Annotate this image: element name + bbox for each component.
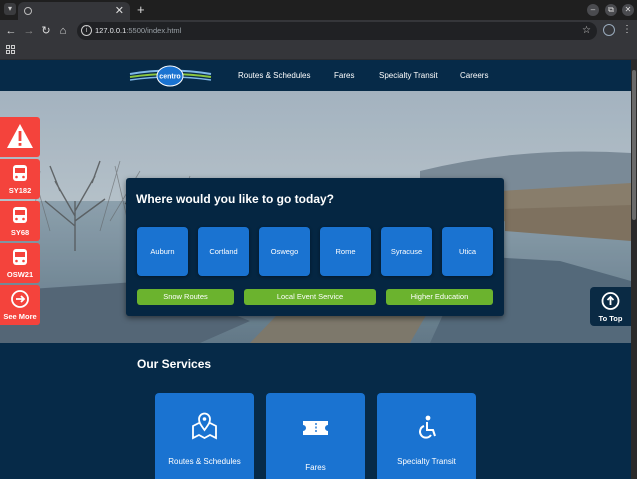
globe-icon — [24, 7, 32, 15]
home-button[interactable]: ⌂ — [55, 23, 71, 39]
service-card-fares[interactable]: Fares — [266, 393, 365, 479]
destination-card: Where would you like to go today? Auburn… — [126, 178, 504, 316]
warning-icon — [7, 124, 33, 148]
service-card-specialty[interactable]: Specialty Transit — [377, 393, 476, 479]
bus-icon — [13, 165, 27, 181]
route-button-osw21[interactable]: OSW21 — [0, 243, 40, 283]
profile-avatar[interactable] — [603, 24, 615, 36]
nav-specialty-transit[interactable]: Specialty Transit — [379, 70, 438, 82]
maximize-button[interactable]: ⧉ — [605, 4, 617, 16]
browser-window: ▾ ✕ + – ⧉ ✕ ← → ↻ ⌂ i 127.0.0.1:5500/ind… — [0, 0, 637, 479]
bus-icon — [13, 249, 27, 265]
see-more-button[interactable]: See More — [0, 285, 40, 325]
city-button-utica[interactable]: Utica — [442, 227, 493, 276]
city-button-cortland[interactable]: Cortland — [198, 227, 249, 276]
new-tab-button[interactable]: + — [137, 2, 145, 18]
svg-text:centro: centro — [159, 74, 180, 81]
to-top-label: To Top — [598, 314, 623, 323]
map-pin-icon — [192, 412, 217, 440]
route-button-sy182[interactable]: SY182 — [0, 159, 40, 199]
route-label-osw21: OSW21 — [6, 270, 34, 279]
nav-fares[interactable]: Fares — [334, 70, 354, 82]
route-label-sy182: SY182 — [8, 186, 32, 195]
city-button-syracuse[interactable]: Syracuse — [381, 227, 432, 276]
service-label-routes: Routes & Schedules — [168, 457, 241, 466]
site-info-icon[interactable]: i — [81, 25, 92, 36]
ticket-icon — [303, 421, 328, 435]
city-button-oswego[interactable]: Oswego — [259, 227, 310, 276]
page-viewport: centro Routes & Schedules Fares Specialt… — [0, 60, 631, 479]
city-button-rome[interactable]: Rome — [320, 227, 371, 276]
centro-logo[interactable]: centro — [128, 65, 213, 87]
to-top-button[interactable]: To Top — [590, 287, 631, 326]
higher-education-button[interactable]: Higher Education — [386, 289, 493, 305]
arrow-up-circle-icon — [601, 292, 620, 310]
route-label-sy68: SY68 — [10, 228, 30, 237]
window-close-button[interactable]: ✕ — [622, 4, 634, 16]
tab-strip: ▾ ✕ + – ⧉ ✕ — [0, 0, 637, 20]
service-card-routes[interactable]: Routes & Schedules — [155, 393, 254, 479]
services-section: Our Services Routes & Schedules Fares Sp… — [0, 343, 631, 479]
reload-button[interactable]: ↻ — [38, 23, 54, 39]
services-title: Our Services — [137, 357, 212, 371]
nav-careers[interactable]: Careers — [460, 70, 488, 82]
apps-grid-icon[interactable] — [6, 45, 15, 54]
local-event-service-button[interactable]: Local Event Service — [244, 289, 376, 305]
address-bar[interactable]: i 127.0.0.1:5500/index.html ☆ — [77, 22, 597, 40]
tab-search-button[interactable]: ▾ — [4, 3, 16, 15]
hero-section: Where would you like to go today? Auburn… — [0, 91, 631, 343]
browser-toolbar: ← → ↻ ⌂ i 127.0.0.1:5500/index.html ☆ ⋮ — [0, 20, 637, 42]
forward-button[interactable]: → — [21, 23, 37, 39]
wheelchair-icon — [419, 415, 436, 439]
page-scrollbar[interactable] — [631, 60, 637, 479]
back-button[interactable]: ← — [3, 23, 19, 39]
menu-kebab-icon[interactable]: ⋮ — [622, 23, 632, 37]
route-button-sy68[interactable]: SY68 — [0, 201, 40, 241]
see-more-label: See More — [3, 312, 37, 321]
destination-card-title: Where would you like to go today? — [136, 192, 335, 206]
arrow-right-circle-icon — [11, 290, 29, 308]
site-header: centro Routes & Schedules Fares Specialt… — [0, 60, 631, 91]
bookmarks-bar — [0, 42, 637, 60]
close-tab-icon[interactable]: ✕ — [115, 4, 124, 18]
snow-routes-button[interactable]: Snow Routes — [137, 289, 234, 305]
bus-icon — [13, 207, 27, 223]
browser-tab[interactable]: ✕ — [18, 2, 130, 20]
service-label-fares: Fares — [305, 463, 326, 472]
bookmark-star-icon[interactable]: ☆ — [582, 23, 591, 39]
city-button-auburn[interactable]: Auburn — [137, 227, 188, 276]
nav-routes-schedules[interactable]: Routes & Schedules — [238, 70, 311, 82]
url-text: 127.0.0.1:5500/index.html — [95, 26, 182, 35]
minimize-button[interactable]: – — [587, 4, 599, 16]
scrollbar-thumb[interactable] — [632, 70, 636, 220]
alerts-button[interactable] — [0, 117, 40, 157]
service-label-specialty: Specialty Transit — [397, 457, 456, 466]
